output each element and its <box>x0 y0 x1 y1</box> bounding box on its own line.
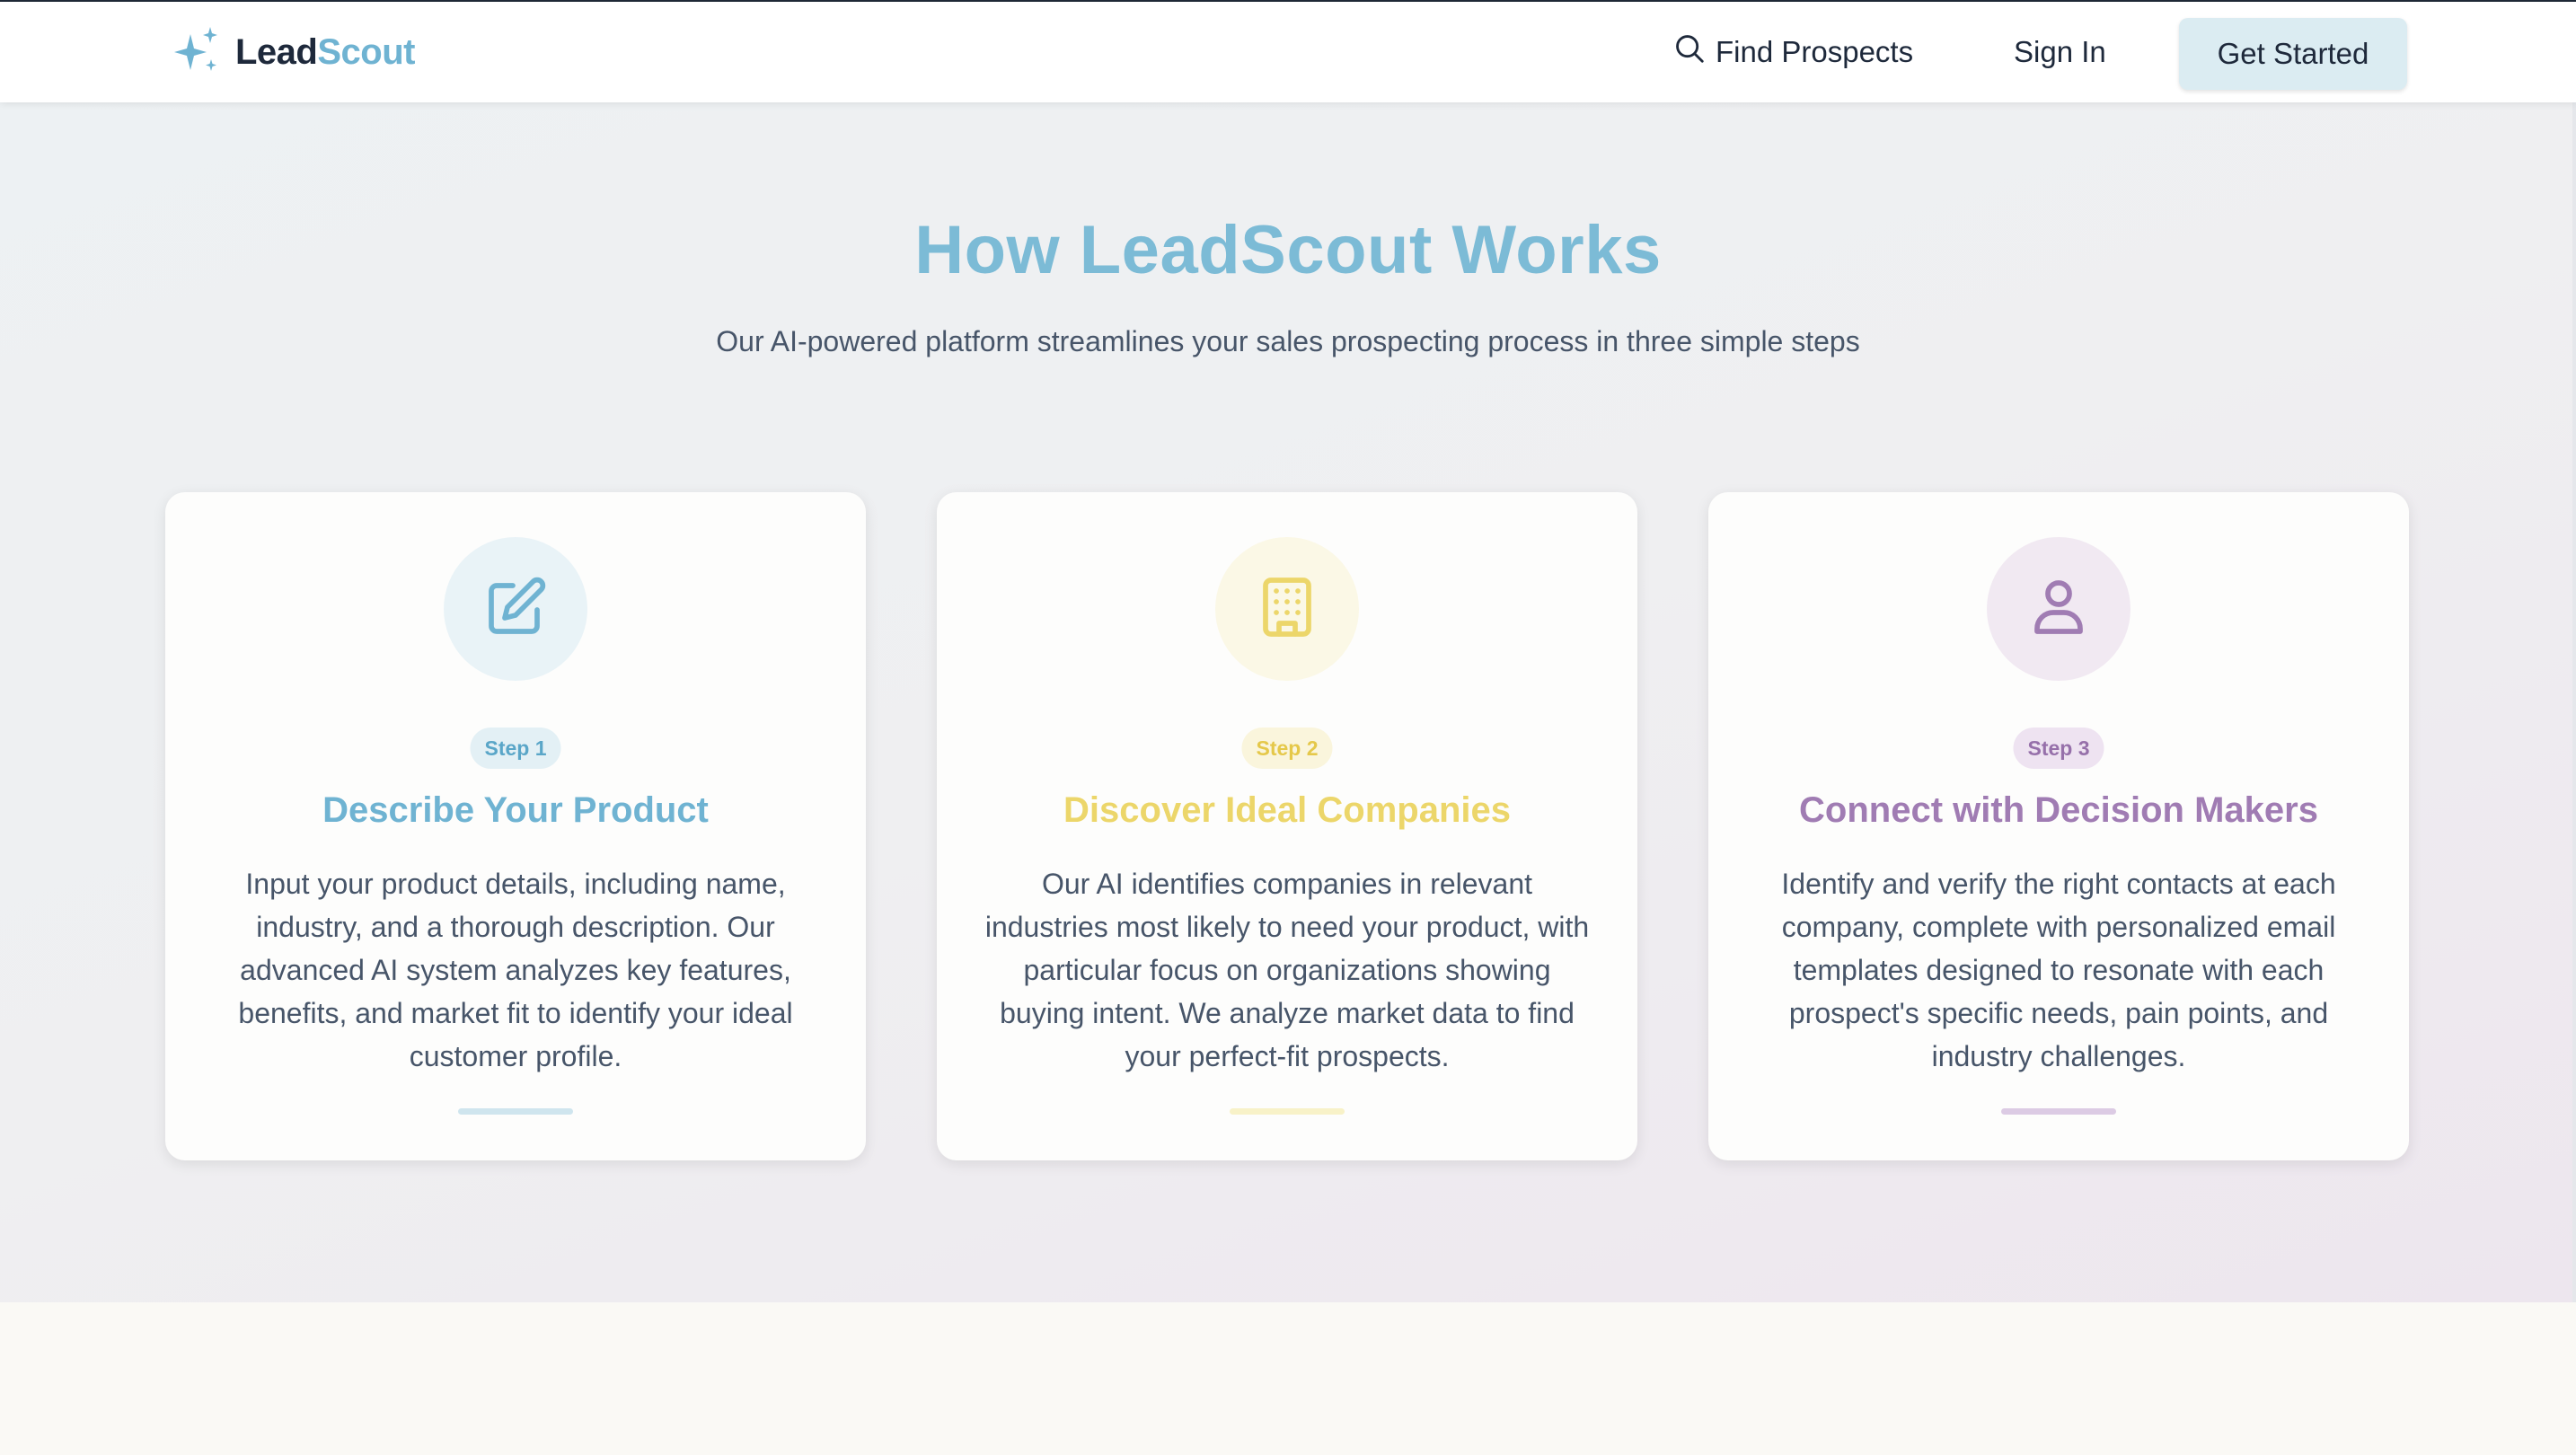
step-3-badge: Step 3 <box>2013 728 2104 769</box>
step-card-2: Step 2 Discover Ideal Companies Our AI i… <box>937 492 1637 1160</box>
step-2-badge: Step 2 <box>1241 728 1333 769</box>
section-subtitle: Our AI-powered platform streamlines your… <box>716 325 1860 357</box>
step-1-accent-bar <box>458 1108 573 1115</box>
logo[interactable]: LeadScout <box>171 25 415 79</box>
section-title: How LeadScout Works <box>914 212 1662 288</box>
navbar: LeadScout Find Prospects Sign In Get Sta… <box>0 2 2576 102</box>
step-3-icon-circle <box>1987 537 2130 681</box>
find-prospects-label: Find Prospects <box>1716 35 1914 68</box>
step-2-accent-bar <box>1230 1108 1345 1115</box>
sparkles-icon <box>171 23 225 82</box>
get-started-button[interactable]: Get Started <box>2179 18 2407 90</box>
step-1-badge: Step 1 <box>470 728 561 769</box>
step-card-3: Step 3 Connect with Decision Makers Iden… <box>1708 492 2409 1160</box>
logo-text-lead: Lead <box>235 31 318 72</box>
building-icon <box>1255 575 1319 644</box>
user-icon <box>2026 575 2091 644</box>
search-icon <box>1672 31 1716 73</box>
step-2-icon-circle <box>1215 537 1359 681</box>
edit-icon <box>483 575 548 644</box>
step-2-title: Discover Ideal Companies <box>1063 790 1511 830</box>
logo-text-scout: Scout <box>317 31 415 72</box>
step-1-title: Describe Your Product <box>322 790 709 830</box>
step-3-description: Identify and verify the right contacts a… <box>1781 868 2336 1072</box>
step-2-description: Our AI identifies companies in relevant … <box>984 868 1590 1072</box>
next-section <box>0 1302 2576 1455</box>
find-prospects-link[interactable]: Find Prospects <box>1672 29 1913 75</box>
sign-in-link[interactable]: Sign In <box>2014 29 2106 75</box>
step-3-accent-bar <box>2001 1108 2116 1115</box>
step-card-1: Step 1 Describe Your Product Input your … <box>165 492 866 1160</box>
logo-text: LeadScout <box>235 32 415 73</box>
step-1-description: Input your product details, including na… <box>238 868 793 1072</box>
step-3-title: Connect with Decision Makers <box>1799 790 2318 830</box>
step-1-icon-circle <box>444 537 587 681</box>
